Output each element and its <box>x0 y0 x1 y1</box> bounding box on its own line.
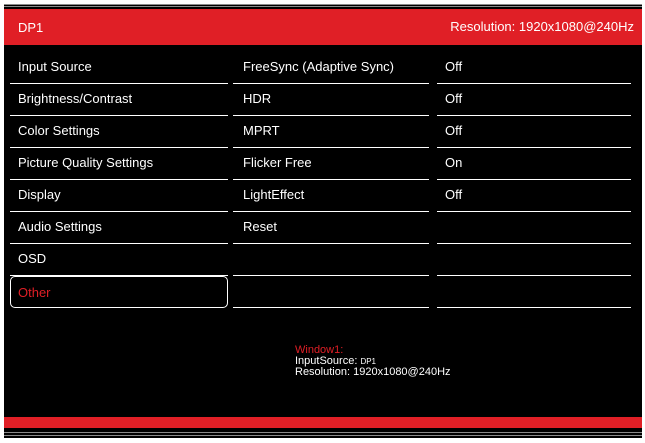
value-empty-row <box>437 212 631 244</box>
window-info: Window1: InputSource: DP1 Resolution: 19… <box>295 345 451 378</box>
submenu-item-label: FreeSync (Adaptive Sync) <box>243 59 395 74</box>
submenu-item-lighteffect[interactable]: LightEffect <box>233 180 429 212</box>
submenu-empty-row <box>233 276 429 308</box>
submenu-item-label: Reset <box>243 219 277 234</box>
menu-item-picture-quality[interactable]: Picture Quality Settings <box>10 148 228 180</box>
top-border-line-2 <box>4 6 642 7</box>
menu-item-label: OSD <box>18 251 47 266</box>
bottom-border-line <box>4 432 642 433</box>
value-lighteffect[interactable]: Off <box>437 180 631 212</box>
resolution-label: Resolution: <box>295 366 351 378</box>
menu-item-input-source[interactable]: Input Source <box>10 52 228 84</box>
resolution-readout: Resolution: 1920x1080@240Hz <box>450 19 634 34</box>
value-label: On <box>445 155 463 170</box>
menu-item-label: Other <box>18 285 51 300</box>
submenu-item-label: HDR <box>243 91 272 106</box>
input-title: DP1 <box>18 20 44 35</box>
submenu-item-freesync[interactable]: FreeSync (Adaptive Sync) <box>233 52 429 84</box>
menu-item-other[interactable]: Other <box>10 276 228 308</box>
value-label: Off <box>445 91 463 106</box>
main-menu: Input Source Brightness/Contrast Color S… <box>10 52 228 308</box>
value-empty-row <box>437 276 631 308</box>
submenu-item-reset[interactable]: Reset <box>233 212 429 244</box>
resolution-line: Resolution: 1920x1080@240Hz <box>295 367 451 378</box>
value-flicker-free[interactable]: On <box>437 148 631 180</box>
menu-item-label: Picture Quality Settings <box>18 155 154 170</box>
submenu-item-label: LightEffect <box>243 187 305 202</box>
top-border-line <box>4 4 642 5</box>
osd-window: DP1 Resolution: 1920x1080@240Hz Input So… <box>4 4 642 438</box>
input-source-value: DP1 <box>360 357 376 366</box>
menu-item-display[interactable]: Display <box>10 180 228 212</box>
submenu-item-label: Flicker Free <box>243 155 312 170</box>
submenu-item-label: MPRT <box>243 123 280 138</box>
value-hdr[interactable]: Off <box>437 84 631 116</box>
menu-item-label: Color Settings <box>18 123 100 138</box>
footer-bar <box>4 417 642 428</box>
submenu-item-hdr[interactable]: HDR <box>233 84 429 116</box>
submenu-item-mprt[interactable]: MPRT <box>233 116 429 148</box>
menu-item-osd[interactable]: OSD <box>10 244 228 276</box>
resolution-value: 1920x1080@240Hz <box>353 366 451 378</box>
header-bar: DP1 Resolution: 1920x1080@240Hz <box>4 9 642 45</box>
menu-item-audio-settings[interactable]: Audio Settings <box>10 212 228 244</box>
value-label: Off <box>445 187 463 202</box>
value-label: Off <box>445 59 463 74</box>
value-label: Off <box>445 123 463 138</box>
submenu-item-flicker-free[interactable]: Flicker Free <box>233 148 429 180</box>
menu-item-color-settings[interactable]: Color Settings <box>10 116 228 148</box>
value-freesync[interactable]: Off <box>437 52 631 84</box>
value-empty-row <box>437 244 631 276</box>
submenu-empty-row <box>233 244 429 276</box>
menu-item-label: Brightness/Contrast <box>18 91 133 106</box>
menu-item-label: Display <box>18 187 61 202</box>
menu-item-label: Input Source <box>18 59 92 74</box>
value-mprt[interactable]: Off <box>437 116 631 148</box>
menu-item-brightness-contrast[interactable]: Brightness/Contrast <box>10 84 228 116</box>
menu-item-label: Audio Settings <box>18 219 102 234</box>
submenu: FreeSync (Adaptive Sync) HDR MPRT Flicke… <box>233 52 429 308</box>
bottom-border-line-2 <box>4 435 642 436</box>
value-column: Off Off Off On Off <box>437 52 631 308</box>
